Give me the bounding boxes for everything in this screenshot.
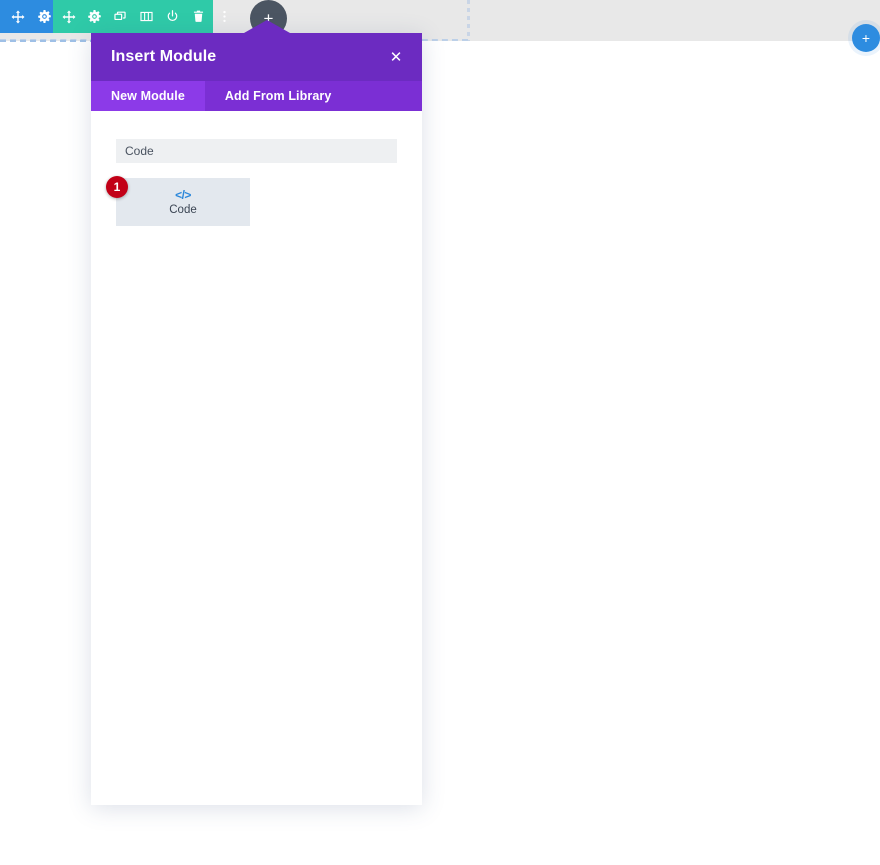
insert-module-modal: Insert Module ✕ New Module Add From Libr…: [91, 20, 422, 805]
gear-icon[interactable]: [87, 9, 102, 24]
plus-icon: +: [861, 30, 871, 46]
page-title: Insert Module: [111, 48, 217, 65]
code-icon: </>: [175, 187, 191, 202]
columns-icon[interactable]: [139, 9, 154, 24]
more-options-icon[interactable]: [217, 9, 232, 24]
page-canvas: + + Insert Module ✕ New Module Add From …: [0, 0, 880, 865]
column-divider: [467, 0, 470, 41]
close-icon[interactable]: ✕: [385, 46, 407, 68]
row-toolbar[interactable]: [53, 0, 226, 33]
tab-new-module[interactable]: New Module: [91, 81, 205, 111]
modal-pointer: [244, 20, 290, 33]
search-input[interactable]: [116, 139, 397, 163]
code-module-card[interactable]: 1 </> Code: [106, 176, 250, 226]
tab-add-from-library[interactable]: Add From Library: [205, 81, 351, 111]
step-badge-1: 1: [106, 176, 128, 198]
section-toolbar[interactable]: [0, 0, 53, 33]
duplicate-icon[interactable]: [113, 9, 128, 24]
modal-body: 1 </> Code: [91, 111, 422, 805]
move-icon[interactable]: [61, 9, 76, 24]
power-icon[interactable]: [165, 9, 180, 24]
trash-icon[interactable]: [191, 9, 206, 24]
modal-tabbar: New Module Add From Library: [91, 81, 422, 111]
move-icon[interactable]: [10, 9, 25, 24]
gear-icon[interactable]: [37, 9, 52, 24]
add-section-button[interactable]: +: [852, 24, 880, 52]
module-grid: 1 </> Code: [106, 176, 397, 226]
module-card-label: Code: [169, 203, 197, 216]
modal-header: Insert Module ✕: [91, 33, 422, 81]
